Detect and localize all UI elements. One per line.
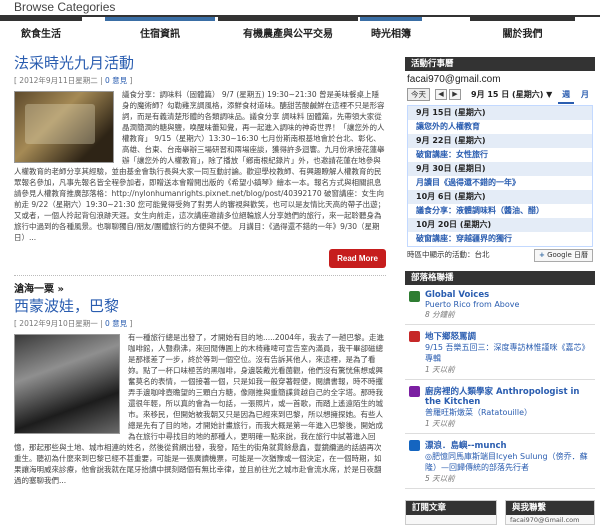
post-separator (14, 275, 386, 276)
feed-link[interactable]: 普羅旺斯燉菜（Ratatouille） (425, 407, 595, 418)
tab-week[interactable]: 週 (558, 87, 575, 104)
agenda-date: 9月 30日 (星期日) (408, 162, 592, 176)
calendar-range: 9月 15 日 (星期六) ▼ (471, 90, 553, 99)
calendar-email: facai970@gmail.com (407, 74, 501, 85)
comments-link[interactable]: 0 意見 (105, 76, 127, 85)
subscribe-heading: 訂閱文章 (406, 501, 496, 515)
read-more-wrap: Read More (14, 249, 386, 269)
feed-time: 1 天以前 (425, 365, 455, 374)
category-organic-fairtrade[interactable]: 有機農產與公平交易 (218, 17, 358, 49)
feed-favicon-icon (409, 291, 420, 302)
agenda-event[interactable]: 月讀目《過得還不錯的一年》 (408, 176, 592, 190)
calendar-toolbar: 今天 ◀ ▶ 9月 15 日 (星期六) ▼ 週 月 (405, 87, 595, 104)
agenda-date: 9月 22日 (星期六) (408, 134, 592, 148)
prev-arrow-icon[interactable]: ◀ (435, 89, 447, 100)
feed-source[interactable]: 漂浪．島嶼--munch (425, 439, 595, 451)
bottom-widgets: 訂閱文章 與我聯繫 facai970@Gmail.com (405, 500, 595, 525)
feed-item: 漂浪．島嶼--munch ◎肥憶同馬庫斯端目Icyeh Sulung（傍乔．蘇隆… (405, 434, 595, 489)
top-bar: Browse Categories (0, 0, 600, 17)
dropdown-icon[interactable]: ▼ (546, 90, 552, 99)
agenda-event[interactable]: 讓您外的人權教育 (408, 120, 592, 134)
contact-widget: 與我聯繫 facai970@Gmail.com (505, 500, 595, 525)
category-nav: 飲食生活 住宿資訊 有機農產與公平交易 時光相簿 關於我們 (0, 17, 600, 49)
post-1: 法采時光九月活動 [ 2012年9月11日星期二 | 0 意見 ] 議食分享：調… (14, 52, 386, 269)
post-body: 有一種旅行總是出發了，才開始有目的地.....2004年，我去了一趟巴黎。走進咖… (14, 333, 385, 485)
calendar-agenda: 9月 15日 (星期六) 讓您外的人權教育 9月 22日 (星期六) 破窗講座：… (407, 105, 593, 247)
comments-link[interactable]: 0 意見 (105, 319, 127, 328)
feed-source[interactable]: 廚房裡的人類學家 Anthropologist in the Kitchen (425, 385, 595, 407)
post-2: 滄海一粟 » 西蒙波娃，巴黎 [ 2012年9月10日星期一 | 0 意見 ] … (14, 280, 386, 486)
feed-item: Global Voices Puerto Rico from Above 8 分… (405, 285, 595, 325)
post-title[interactable]: 西蒙波娃，巴黎 (14, 295, 386, 316)
section-heading[interactable]: 滄海一粟 » (14, 280, 386, 295)
agenda-date: 10月 6日 (星期六) (408, 190, 592, 204)
post-body: 議食分享：調味料（固體篇） 9/7 (星期五) 19:30~21:30 曾是美味… (14, 89, 386, 269)
category-about-us[interactable]: 關於我們 (470, 17, 575, 49)
calendar-footer: 時區中顯示的活動：台北 + Google 日曆 (407, 249, 593, 263)
agenda-date: 9月 15日 (星期六) (408, 106, 592, 120)
category-lodging[interactable]: 住宿資訊 (105, 17, 215, 49)
feed-item: 廚房裡的人類學家 Anthropologist in the Kitchen 普… (405, 380, 595, 434)
post-meta: [ 2012年9月10日星期一 | 0 意見 ] (14, 319, 133, 328)
timezone-label: 時區中顯示的活動：台北 (407, 250, 490, 259)
feed-time: 8 分鐘前 (425, 310, 455, 319)
feed-favicon-icon (409, 440, 420, 451)
agenda-event[interactable]: 破窗講座：穿越疆界的獨行 (408, 232, 592, 246)
today-button[interactable]: 今天 (407, 88, 430, 101)
feed-favicon-icon (409, 386, 420, 397)
subscribe-widget: 訂閱文章 (405, 500, 497, 525)
post-thumbnail[interactable] (14, 334, 120, 434)
next-arrow-icon[interactable]: ▶ (449, 89, 461, 100)
category-food-life[interactable]: 飲食生活 (0, 17, 82, 49)
feed-time: 1 天以前 (425, 419, 455, 428)
feed-source[interactable]: Global Voices (425, 290, 595, 300)
calendar-tabs: 週 月 (558, 87, 593, 104)
feed-link[interactable]: ◎肥憶同馬庫斯端目Icyeh Sulung（傍乔．蘇隆）—回歸傳統的部落先行者 (425, 451, 595, 473)
google-calendar-button[interactable]: + Google 日曆 (533, 249, 593, 262)
browse-categories-title: Browse Categories (14, 0, 116, 14)
post-title[interactable]: 法采時光九月活動 (14, 52, 386, 73)
feed-favicon-icon (409, 331, 420, 342)
feed-source[interactable]: 地下鄉怒罵調 (425, 330, 595, 342)
post-meta: [ 2012年9月11日星期二 | 0 意見 ] (14, 76, 133, 85)
read-more-button[interactable]: Read More (329, 249, 386, 268)
category-photo-album[interactable]: 時光相簿 (360, 17, 422, 49)
feed-link[interactable]: Puerto Rico from Above (425, 300, 595, 309)
tab-month[interactable]: 月 (577, 87, 593, 102)
feed-time: 5 天以前 (425, 474, 455, 483)
agenda-event[interactable]: 破窗講座：女性旅行 (408, 148, 592, 162)
feed-item: 地下鄉怒罵調 9/15 吾樂五回三：深度專訪林惟謹咪《嘉芯》專輯 1 天以前 (405, 325, 595, 380)
blogroll-heading: 部落格聯播 (405, 271, 595, 285)
feed-link[interactable]: 9/15 吾樂五回三：深度專訪林惟謹咪《嘉芯》專輯 (425, 342, 595, 364)
blogroll-widget: 部落格聯播 Global Voices Puerto Rico from Abo… (405, 271, 595, 489)
plus-icon: + (538, 251, 545, 259)
calendar-widget: 活動行事曆 facai970@gmail.com 今天 ◀ ▶ 9月 15 日 … (405, 57, 595, 263)
calendar-heading: 活動行事曆 (405, 57, 595, 71)
sidebar: 活動行事曆 facai970@gmail.com 今天 ◀ ▶ 9月 15 日 … (405, 57, 595, 489)
agenda-event[interactable]: 議食分享：液體調味料（醬油、醋） (408, 204, 592, 218)
main-content: 法采時光九月活動 [ 2012年9月11日星期二 | 0 意見 ] 議食分享：調… (14, 52, 386, 486)
post-thumbnail[interactable] (14, 91, 114, 163)
contact-heading: 與我聯繫 (506, 501, 594, 515)
contact-email[interactable]: facai970@Gmail.com (506, 515, 594, 525)
agenda-date: 10月 20日 (星期六) (408, 218, 592, 232)
